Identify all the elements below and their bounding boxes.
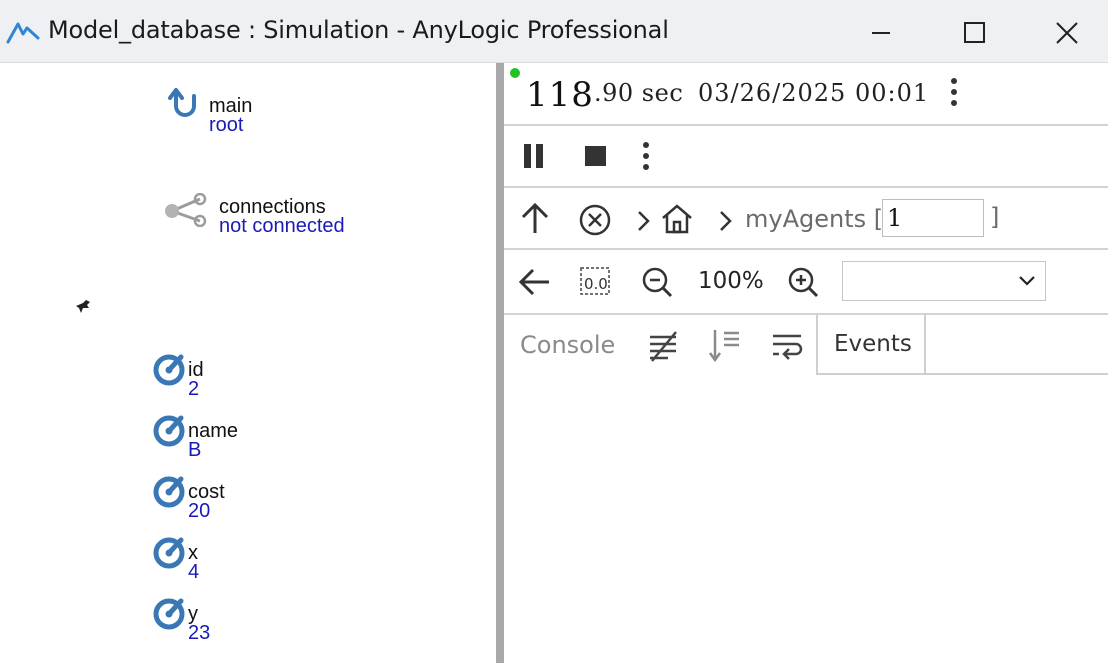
parameter-icon: [153, 354, 185, 386]
agent-index-bracket: ]: [990, 203, 1000, 231]
parameter-icon: [153, 598, 185, 630]
connections-status: not connected: [219, 215, 345, 237]
cancel-circle-icon[interactable]: [578, 203, 612, 237]
tab-console[interactable]: Console: [520, 331, 615, 359]
separator: [504, 248, 1108, 250]
close-icon[interactable]: [1052, 18, 1082, 48]
chevron-down-icon: [1019, 276, 1035, 286]
parameter-icon: [153, 415, 185, 447]
tab-events[interactable]: Events: [816, 315, 926, 375]
zoom-level: 100%: [698, 268, 764, 294]
parameter-value: B: [188, 439, 202, 461]
tab-events-label: Events: [834, 331, 912, 357]
scroll-lock-icon[interactable]: [708, 327, 742, 363]
view-area-dropdown[interactable]: [842, 261, 1046, 301]
root-agent-value: root: [209, 114, 244, 136]
agent-presentation-pane: main root connections not connected id 2…: [0, 63, 496, 663]
separator: [504, 186, 1108, 188]
console-output-area[interactable]: [504, 376, 1108, 663]
back-arrow-icon[interactable]: [518, 267, 552, 297]
up-to-root-icon[interactable]: [168, 88, 202, 122]
connections-icon: [165, 193, 207, 227]
separator: [504, 313, 1108, 315]
agent-shape-icon: [76, 300, 90, 313]
more-options-icon[interactable]: [948, 77, 960, 107]
stop-icon[interactable]: [584, 145, 608, 167]
agent-population-label[interactable]: myAgents [: [745, 205, 883, 233]
minimize-icon[interactable]: [866, 18, 896, 48]
model-time-fraction: .90 sec: [594, 79, 684, 107]
parameter-value: 2: [188, 378, 200, 400]
pane-splitter[interactable]: [496, 63, 504, 663]
agent-index-input[interactable]: [882, 199, 984, 237]
model-time-integer: 118: [526, 75, 594, 115]
parameter-value: 20: [188, 500, 211, 522]
run-options-icon[interactable]: [640, 141, 652, 171]
pause-icon[interactable]: [522, 143, 546, 169]
running-status-indicator: [510, 68, 520, 78]
tab-strip-border: [926, 373, 1108, 375]
navigate-up-icon[interactable]: [518, 202, 552, 236]
parameter-icon: [153, 537, 185, 569]
zoom-out-icon[interactable]: [640, 265, 674, 299]
chevron-right-icon: [720, 211, 732, 231]
window-title: Model_database : Simulation - AnyLogic P…: [48, 16, 669, 44]
word-wrap-icon[interactable]: [770, 329, 804, 363]
separator: [504, 124, 1108, 126]
svg-text:0.0: 0.0: [584, 275, 608, 293]
model-date: 03/26/2025 00:01: [698, 79, 930, 107]
parameter-value: 4: [188, 561, 200, 583]
maximize-icon[interactable]: [960, 18, 990, 48]
anylogic-logo-icon: [6, 22, 40, 44]
title-bar: Model_database : Simulation - AnyLogic P…: [0, 0, 1108, 63]
parameter-icon: [153, 476, 185, 508]
parameter-value: 23: [188, 622, 211, 644]
background-window-strip: [0, 0, 420, 4]
developer-panel: 118 .90 sec 03/26/2025 00:01 myAgents [ …: [504, 63, 1108, 663]
home-icon[interactable]: [660, 203, 694, 235]
zoom-to-fit-icon[interactable]: 0.0: [578, 263, 612, 299]
chevron-right-icon: [638, 211, 650, 231]
zoom-in-icon[interactable]: [786, 265, 820, 299]
clear-console-icon[interactable]: [646, 329, 680, 363]
